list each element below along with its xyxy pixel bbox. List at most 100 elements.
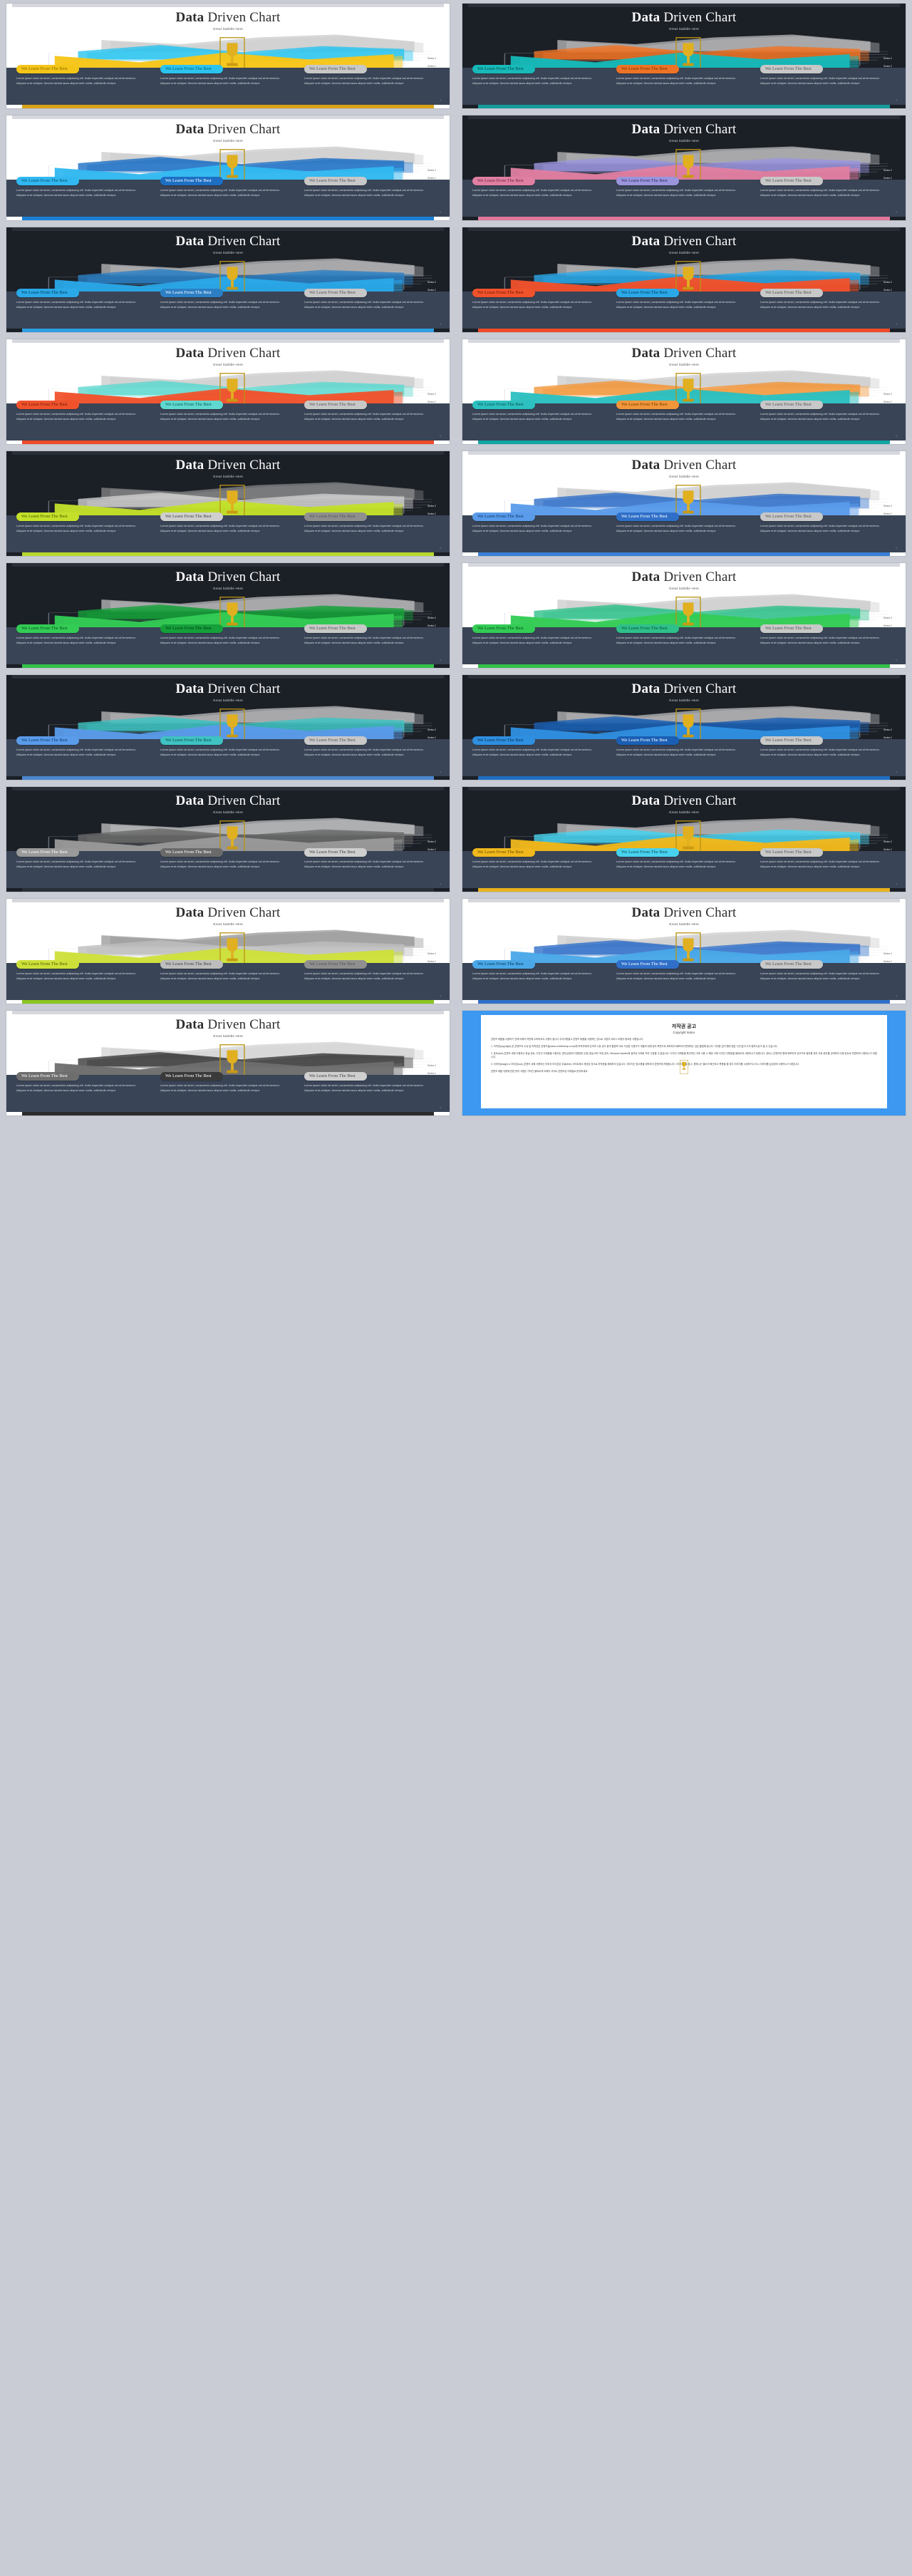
slide-cell[interactable]: Data Driven Chart Great Subtitle Here Ca… bbox=[0, 560, 456, 671]
learn-badge[interactable]: We Learn From The Best bbox=[304, 848, 367, 857]
learn-badge[interactable]: We Learn From The Best bbox=[616, 624, 679, 634]
learn-badge[interactable]: We Learn From The Best bbox=[16, 624, 79, 634]
learn-badge[interactable]: We Learn From The Best bbox=[760, 960, 823, 969]
learn-badge[interactable]: We Learn From The Best bbox=[760, 512, 823, 522]
learn-badge[interactable]: We Learn From The Best bbox=[160, 736, 223, 746]
slide[interactable]: Data Driven Chart Great Subtitle Here Ca… bbox=[6, 115, 450, 221]
slide[interactable]: Data Driven Chart Great Subtitle Here Ca… bbox=[6, 562, 450, 669]
slide[interactable]: Data Driven Chart Great Subtitle Here Ca… bbox=[462, 898, 906, 1004]
learn-badge[interactable]: We Learn From The Best bbox=[616, 401, 679, 410]
learn-badge[interactable]: We Learn From The Best bbox=[16, 401, 79, 410]
slide-cell[interactable]: Data Driven Chart Great Subtitle Here Ca… bbox=[456, 895, 912, 1007]
slide[interactable]: Data Driven Chart Great Subtitle Here Ca… bbox=[6, 786, 450, 892]
slide[interactable]: Data Driven Chart Great Subtitle Here Ca… bbox=[462, 339, 906, 445]
slide-cell[interactable]: Data Driven Chart Great Subtitle Here Ca… bbox=[456, 112, 912, 224]
slide[interactable]: Data Driven Chart Great Subtitle Here Ca… bbox=[462, 562, 906, 669]
learn-badge[interactable]: We Learn From The Best bbox=[760, 848, 823, 857]
learn-badge[interactable]: We Learn From The Best bbox=[616, 289, 679, 298]
slide-cell[interactable]: Data Driven Chart Great Subtitle Here Ca… bbox=[456, 671, 912, 783]
slide-cell[interactable]: Data Driven Chart Great Subtitle Here Ca… bbox=[0, 112, 456, 224]
learn-badge[interactable]: We Learn From The Best bbox=[16, 512, 79, 522]
learn-badge[interactable]: We Learn From The Best bbox=[16, 1072, 79, 1081]
slide-cell[interactable]: Data Driven Chart Great Subtitle Here Ca… bbox=[456, 783, 912, 895]
learn-badge[interactable]: We Learn From The Best bbox=[304, 736, 367, 746]
learn-badge[interactable]: We Learn From The Best bbox=[760, 65, 823, 74]
learn-badge[interactable]: We Learn From The Best bbox=[16, 65, 79, 74]
slide[interactable]: Data Driven Chart Great Subtitle Here Ca… bbox=[6, 674, 450, 780]
slide-body: Data Driven Chart Great Subtitle Here Ca… bbox=[462, 451, 906, 556]
learn-badge[interactable]: We Learn From The Best bbox=[304, 289, 367, 298]
learn-badge[interactable]: We Learn From The Best bbox=[472, 736, 535, 746]
learn-badge[interactable]: We Learn From The Best bbox=[160, 512, 223, 522]
slide-cell[interactable]: Data Driven Chart Great Subtitle Here Ca… bbox=[0, 224, 456, 336]
learn-badge[interactable]: We Learn From The Best bbox=[760, 624, 823, 634]
learn-badge[interactable]: We Learn From The Best bbox=[160, 177, 223, 186]
slide-cell[interactable]: Data Driven Chart Great Subtitle Here Ca… bbox=[456, 0, 912, 112]
learn-badge[interactable]: We Learn From The Best bbox=[160, 289, 223, 298]
learn-badge[interactable]: We Learn From The Best bbox=[160, 624, 223, 634]
copyright-slide[interactable]: 저작권 공고 Copyright Notice 콘텐츠 제품을 사용하기 전에 아래… bbox=[462, 1010, 906, 1116]
learn-badge[interactable]: We Learn From The Best bbox=[616, 960, 679, 969]
slide-cell[interactable]: Data Driven Chart Great Subtitle Here Ca… bbox=[0, 336, 456, 448]
slide-cell[interactable]: Data Driven Chart Great Subtitle Here Ca… bbox=[0, 671, 456, 783]
learn-badge[interactable]: We Learn From The Best bbox=[304, 960, 367, 969]
learn-badge[interactable]: We Learn From The Best bbox=[16, 960, 79, 969]
learn-badge[interactable]: We Learn From The Best bbox=[160, 960, 223, 969]
slide[interactable]: Data Driven Chart Great Subtitle Here Ca… bbox=[6, 898, 450, 1004]
learn-badge[interactable]: We Learn From The Best bbox=[472, 624, 535, 634]
learn-badge[interactable]: We Learn From The Best bbox=[616, 736, 679, 746]
slide-cell[interactable]: Data Driven Chart Great Subtitle Here Ca… bbox=[0, 448, 456, 560]
slide-cell[interactable]: Data Driven Chart Great Subtitle Here Ca… bbox=[456, 560, 912, 671]
slide[interactable]: Data Driven Chart Great Subtitle Here Ca… bbox=[6, 227, 450, 333]
learn-badge[interactable]: We Learn From The Best bbox=[472, 177, 535, 186]
learn-badge[interactable]: We Learn From The Best bbox=[16, 177, 79, 186]
content-columns: We Learn From The Best Lorem ipsum dolor … bbox=[6, 1068, 450, 1112]
learn-badge[interactable]: We Learn From The Best bbox=[760, 289, 823, 298]
slide[interactable]: Data Driven Chart Great Subtitle Here Ca… bbox=[462, 450, 906, 557]
learn-badge[interactable]: We Learn From The Best bbox=[160, 65, 223, 74]
learn-badge[interactable]: We Learn From The Best bbox=[16, 289, 79, 298]
slide-cell[interactable]: 저작권 공고 Copyright Notice 콘텐츠 제품을 사용하기 전에 아래… bbox=[456, 1007, 912, 1119]
slide[interactable]: Data Driven Chart Great Subtitle Here Ca… bbox=[462, 115, 906, 221]
slide-cell[interactable]: Data Driven Chart Great Subtitle Here Ca… bbox=[0, 895, 456, 1007]
learn-badge[interactable]: We Learn From The Best bbox=[472, 512, 535, 522]
slide[interactable]: Data Driven Chart Great Subtitle Here Ca… bbox=[6, 3, 450, 109]
learn-badge[interactable]: We Learn From The Best bbox=[616, 848, 679, 857]
learn-badge[interactable]: We Learn From The Best bbox=[760, 736, 823, 746]
slide[interactable]: Data Driven Chart Great Subtitle Here Ca… bbox=[462, 227, 906, 333]
slide[interactable]: Data Driven Chart Great Subtitle Here Ca… bbox=[462, 786, 906, 892]
learn-badge[interactable]: We Learn From The Best bbox=[304, 512, 367, 522]
slide[interactable]: Data Driven Chart Great Subtitle Here Ca… bbox=[462, 674, 906, 780]
learn-badge[interactable]: We Learn From The Best bbox=[304, 177, 367, 186]
learn-badge[interactable]: We Learn From The Best bbox=[160, 401, 223, 410]
learn-badge[interactable]: We Learn From The Best bbox=[472, 289, 535, 298]
learn-badge[interactable]: We Learn From The Best bbox=[304, 65, 367, 74]
slide[interactable]: Data Driven Chart Great Subtitle Here Ca… bbox=[6, 450, 450, 557]
learn-badge[interactable]: We Learn From The Best bbox=[304, 624, 367, 634]
learn-badge[interactable]: We Learn From The Best bbox=[472, 65, 535, 74]
learn-badge[interactable]: We Learn From The Best bbox=[472, 848, 535, 857]
slide[interactable]: Data Driven Chart Great Subtitle Here Ca… bbox=[462, 3, 906, 109]
slide[interactable]: Data Driven Chart Great Subtitle Here Ca… bbox=[6, 339, 450, 445]
slide[interactable]: Data Driven Chart Great Subtitle Here Ca… bbox=[6, 1010, 450, 1116]
learn-badge[interactable]: We Learn From The Best bbox=[16, 736, 79, 746]
learn-badge[interactable]: We Learn From The Best bbox=[616, 65, 679, 74]
slide-cell[interactable]: Data Driven Chart Great Subtitle Here Ca… bbox=[0, 1007, 456, 1119]
learn-badge[interactable]: We Learn From The Best bbox=[304, 401, 367, 410]
learn-badge[interactable]: We Learn From The Best bbox=[472, 960, 535, 969]
slide-cell[interactable]: Data Driven Chart Great Subtitle Here Ca… bbox=[0, 783, 456, 895]
body-paragraph: Lorem ipsum dolor sit amet, consectetur … bbox=[304, 412, 424, 421]
slide-cell[interactable]: Data Driven Chart Great Subtitle Here Ca… bbox=[456, 336, 912, 448]
learn-badge[interactable]: We Learn From The Best bbox=[16, 848, 79, 857]
learn-badge[interactable]: We Learn From The Best bbox=[760, 401, 823, 410]
learn-badge[interactable]: We Learn From The Best bbox=[760, 177, 823, 186]
slide-cell[interactable]: Data Driven Chart Great Subtitle Here Ca… bbox=[0, 0, 456, 112]
learn-badge[interactable]: We Learn From The Best bbox=[616, 177, 679, 186]
slide-cell[interactable]: Data Driven Chart Great Subtitle Here Ca… bbox=[456, 224, 912, 336]
learn-badge[interactable]: We Learn From The Best bbox=[160, 848, 223, 857]
slide-cell[interactable]: Data Driven Chart Great Subtitle Here Ca… bbox=[456, 448, 912, 560]
learn-badge[interactable]: We Learn From The Best bbox=[160, 1072, 223, 1081]
learn-badge[interactable]: We Learn From The Best bbox=[616, 512, 679, 522]
learn-badge[interactable]: We Learn From The Best bbox=[304, 1072, 367, 1081]
learn-badge[interactable]: We Learn From The Best bbox=[472, 401, 535, 410]
